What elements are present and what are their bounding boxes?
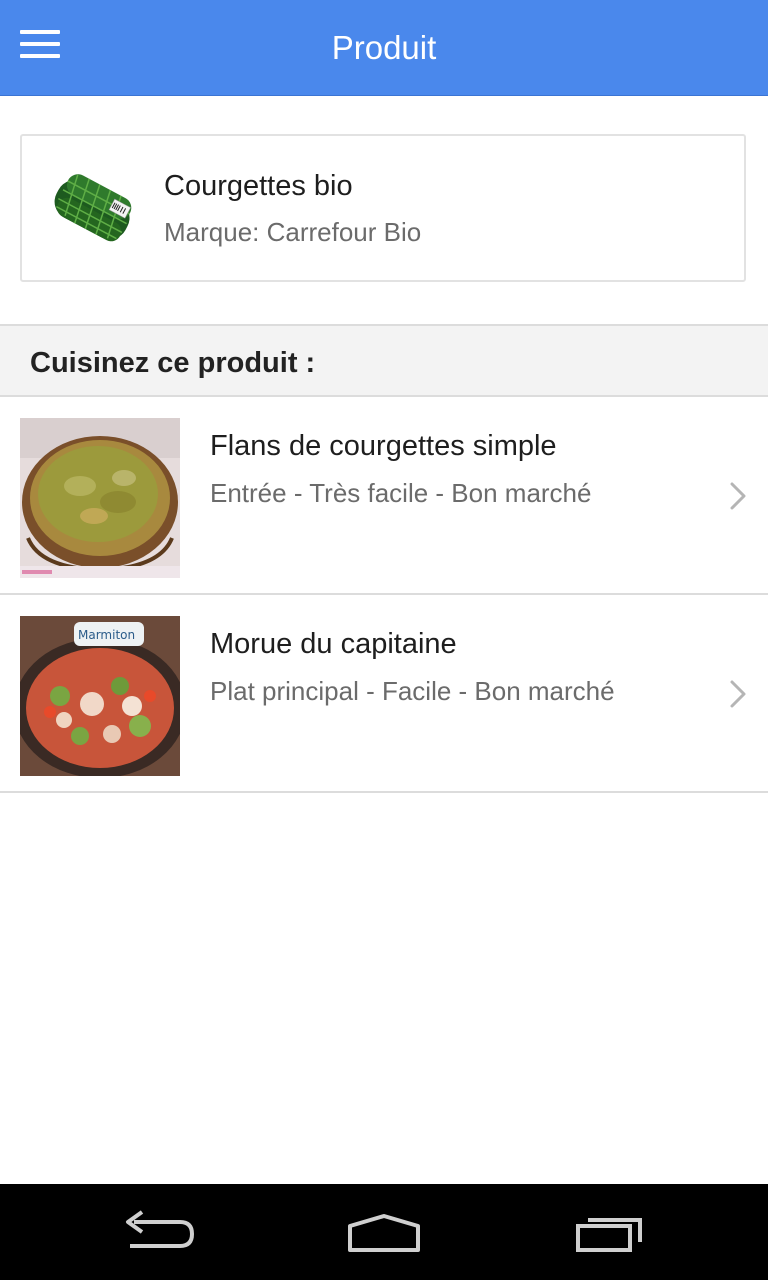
product-brand: Marque: Carrefour Bio bbox=[164, 217, 422, 247]
recipe-title: Flans de courgettes simple bbox=[210, 430, 557, 462]
product-card: Courgettes bio Marque: Carrefour Bio bbox=[20, 134, 746, 282]
section-title: Cuisinez ce produit : bbox=[30, 347, 316, 379]
recipe-meta: Entrée - Très facile - Bon marché bbox=[210, 478, 592, 508]
flan-photo bbox=[20, 418, 180, 578]
app-bar: Produit bbox=[0, 0, 768, 96]
recipe-meta: Plat principal - Facile - Bon marché bbox=[210, 676, 615, 706]
section-header: Cuisinez ce produit : bbox=[0, 324, 768, 397]
product-name: Courgettes bio bbox=[164, 170, 353, 202]
svg-text:Marmiton: Marmiton bbox=[78, 628, 135, 642]
home-icon[interactable] bbox=[336, 1202, 432, 1262]
recents-icon[interactable] bbox=[562, 1202, 658, 1262]
chevron-right-icon bbox=[730, 482, 746, 510]
back-icon[interactable] bbox=[112, 1202, 208, 1262]
cod-dish-photo: Marmiton bbox=[20, 616, 180, 776]
system-nav-bar bbox=[0, 1184, 768, 1280]
recipe-title: Morue du capitaine bbox=[210, 628, 457, 660]
page-title: Produit bbox=[331, 29, 437, 66]
recipe-list-item[interactable]: Flans de courgettes simple Entrée - Très… bbox=[0, 397, 768, 595]
chevron-right-icon bbox=[730, 680, 746, 708]
recipe-list-item[interactable]: Marmiton Morue du capitaine Plat princip… bbox=[0, 595, 768, 793]
courgettes-product-image bbox=[54, 174, 132, 242]
